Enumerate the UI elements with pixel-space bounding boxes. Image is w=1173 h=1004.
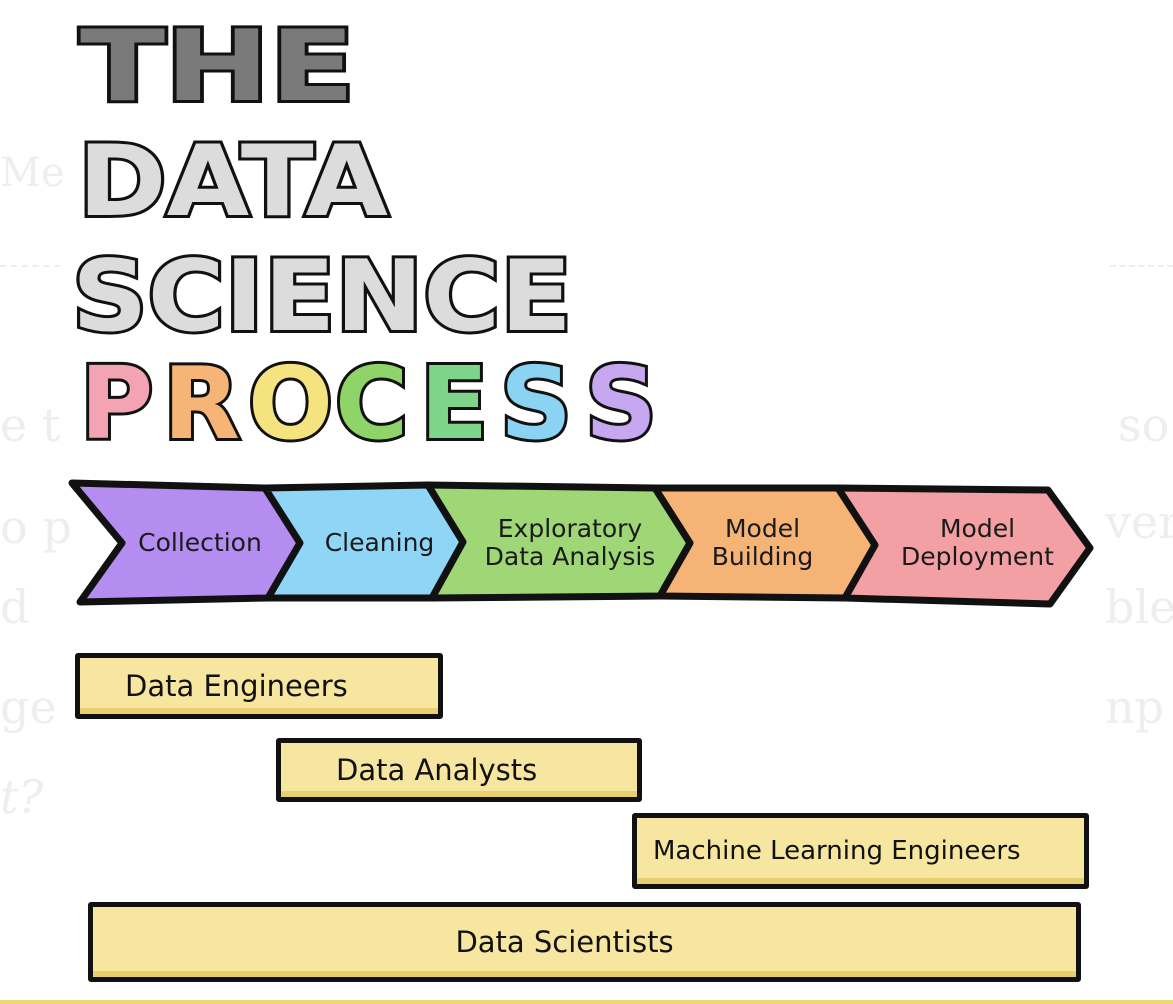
stage-label-eda: Exploratory Data Analysis (484, 514, 656, 571)
role-label: Machine Learning Engineers (653, 836, 1021, 866)
role-bar-data-engineers: Data Engineers (75, 653, 443, 719)
bottom-border (0, 1000, 1173, 1004)
role-bar-data-scientists: Data Scientists (88, 902, 1081, 982)
stage-label-model-deployment: Model Deployment (901, 514, 1054, 571)
role-label: Data Analysts (336, 753, 538, 787)
role-bar-ml-engineers: Machine Learning Engineers (632, 813, 1089, 889)
stage-label-collection: Collection (138, 528, 262, 557)
stage-label-cleaning: Cleaning (324, 528, 435, 557)
diagram-canvas: Me e t o p d ge t? so ver ble np THE DAT… (0, 0, 1173, 1004)
stage-label-model-building: Model Building (711, 514, 814, 571)
role-label: Data Scientists (455, 925, 674, 959)
role-label: Data Engineers (125, 669, 348, 703)
role-bar-data-analysts: Data Analysts (276, 738, 642, 802)
